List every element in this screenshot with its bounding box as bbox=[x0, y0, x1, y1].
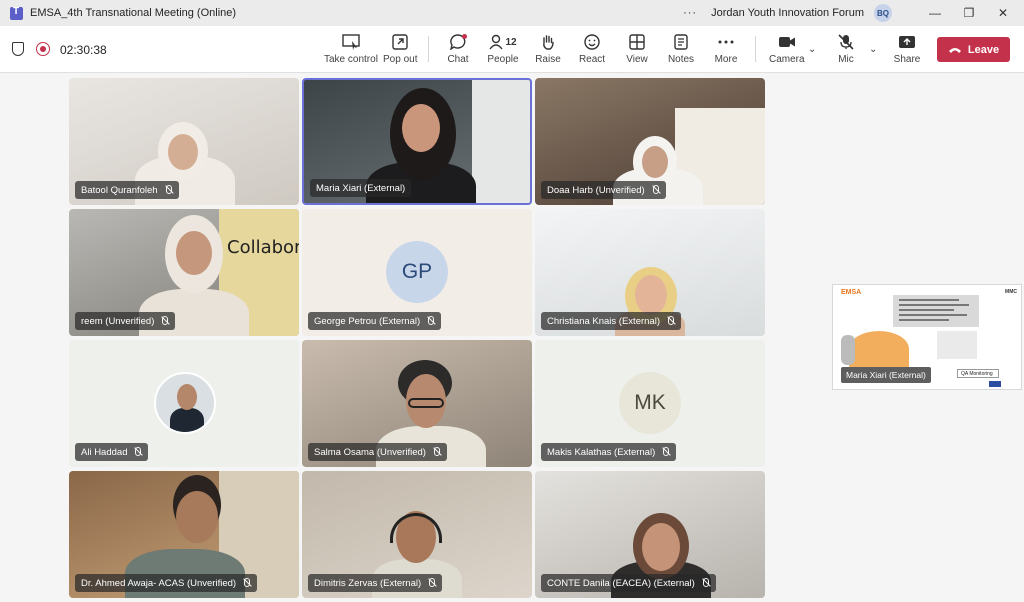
participant-tile[interactable]: Salma Osama (Unverified) bbox=[302, 340, 532, 467]
participant-tile[interactable]: Collabor reem (Unverified) bbox=[69, 209, 299, 336]
recording-icon[interactable] bbox=[36, 42, 50, 56]
window-title: EMSA_4th Transnational Meeting (Online) bbox=[30, 7, 237, 19]
participant-photo-avatar bbox=[154, 372, 216, 434]
mic-muted-icon bbox=[242, 578, 251, 588]
minimize-button[interactable]: — bbox=[918, 6, 952, 20]
participant-name-tag: reem (Unverified) bbox=[75, 312, 176, 330]
participant-tile[interactable]: CONTE Danila (EACEA) (External) bbox=[535, 471, 765, 598]
participant-tile-active-speaker[interactable]: Maria Xiari (External) bbox=[302, 78, 532, 205]
participant-name-tag: Salma Osama (Unverified) bbox=[308, 443, 447, 461]
teams-logo-icon bbox=[10, 6, 23, 20]
more-options-button[interactable]: ··· bbox=[683, 7, 697, 19]
meeting-timer: 02:30:38 bbox=[60, 43, 107, 57]
share-screen-icon bbox=[893, 32, 921, 52]
mic-muted-icon bbox=[160, 316, 169, 326]
unread-indicator bbox=[462, 34, 467, 39]
participant-tile[interactable]: Doaa Harb (Unverified) bbox=[535, 78, 765, 205]
close-button[interactable]: ✕ bbox=[986, 6, 1020, 20]
meeting-toolbar: 02:30:38 Take control Pop out Chat 12 Pe… bbox=[0, 26, 1024, 73]
people-icon: 12 bbox=[486, 32, 520, 52]
pop-out-button[interactable]: Pop out bbox=[383, 32, 417, 65]
react-button[interactable]: React bbox=[578, 32, 606, 65]
mmc-logo: MMC bbox=[1005, 289, 1017, 295]
mic-muted-icon bbox=[164, 185, 173, 195]
participant-name-tag: Dimitris Zervas (External) bbox=[308, 574, 443, 592]
participant-name-tag: Christiana Knais (External) bbox=[541, 312, 681, 330]
mic-muted-icon bbox=[426, 316, 435, 326]
mic-muted-icon bbox=[832, 32, 860, 52]
camera-options-chevron-icon[interactable]: ⌄ bbox=[808, 44, 816, 55]
shared-screen-thumbnail[interactable]: EMSA MMC QA Monitoring Maria Xiari (Exte… bbox=[832, 284, 1022, 390]
participant-tile[interactable]: GP George Petrou (External) bbox=[302, 209, 532, 336]
camera-icon bbox=[773, 32, 801, 52]
participant-name-tag: Makis Kalathas (External) bbox=[541, 443, 677, 461]
notes-icon bbox=[667, 32, 695, 52]
participant-name-tag: CONTE Danila (EACEA) (External) bbox=[541, 574, 716, 592]
qa-monitoring-label: QA Monitoring bbox=[957, 369, 999, 378]
participant-tile[interactable]: Ali Haddad bbox=[69, 340, 299, 467]
avatar-initials: MK bbox=[619, 372, 681, 434]
share-button[interactable]: Share bbox=[893, 32, 921, 65]
take-control-icon bbox=[337, 32, 365, 52]
more-button[interactable]: More bbox=[712, 32, 740, 65]
participant-tile[interactable]: Batool Quranfoleh bbox=[69, 78, 299, 205]
smiley-icon bbox=[578, 32, 606, 52]
mic-muted-icon bbox=[432, 447, 441, 457]
leave-button[interactable]: Leave bbox=[937, 37, 1010, 62]
camera-button[interactable]: Camera bbox=[769, 32, 805, 65]
participant-name-tag: Dr. Ahmed Awaja- ACAS (Unverified) bbox=[75, 574, 258, 592]
emsa-logo: EMSA bbox=[841, 289, 862, 296]
take-control-button[interactable]: Take control bbox=[324, 32, 378, 65]
view-button[interactable]: View bbox=[623, 32, 651, 65]
participant-tile[interactable]: Dimitris Zervas (External) bbox=[302, 471, 532, 598]
participant-name-tag: Maria Xiari (External) bbox=[310, 179, 412, 197]
people-button[interactable]: 12 People bbox=[486, 32, 520, 65]
people-count: 12 bbox=[505, 36, 517, 48]
presenter-name-tag: Maria Xiari (External) bbox=[841, 367, 931, 383]
participant-tile[interactable]: MK Makis Kalathas (External) bbox=[535, 340, 765, 467]
toolbar-divider bbox=[428, 36, 429, 62]
notes-button[interactable]: Notes bbox=[667, 32, 695, 65]
org-name[interactable]: Jordan Youth Innovation Forum bbox=[711, 7, 864, 19]
mic-muted-icon bbox=[666, 316, 675, 326]
participant-tile[interactable]: Christiana Knais (External) bbox=[535, 209, 765, 336]
phone-hangup-icon bbox=[948, 47, 961, 53]
mic-muted-icon bbox=[661, 447, 670, 457]
shield-icon[interactable] bbox=[12, 42, 24, 56]
avatar-initials: GP bbox=[386, 241, 448, 303]
participant-name-tag: Doaa Harb (Unverified) bbox=[541, 181, 666, 199]
pop-out-icon bbox=[386, 32, 414, 52]
mic-muted-icon bbox=[651, 185, 660, 195]
participant-tile[interactable]: Dr. Ahmed Awaja- ACAS (Unverified) bbox=[69, 471, 299, 598]
mic-options-chevron-icon[interactable]: ⌄ bbox=[869, 44, 877, 55]
raise-hand-button[interactable]: Raise bbox=[534, 32, 562, 65]
slide-list-box bbox=[937, 331, 977, 359]
mic-muted-icon bbox=[427, 578, 436, 588]
participant-name-tag: George Petrou (External) bbox=[308, 312, 442, 330]
restore-button[interactable]: ❐ bbox=[952, 6, 986, 20]
mic-muted-icon bbox=[701, 578, 710, 588]
mic-muted-icon bbox=[133, 447, 142, 457]
chat-icon bbox=[444, 32, 472, 52]
grid-view-icon bbox=[623, 32, 651, 52]
user-avatar[interactable]: BQ bbox=[874, 4, 892, 22]
mic-button[interactable]: Mic bbox=[832, 32, 860, 65]
title-bar: EMSA_4th Transnational Meeting (Online) … bbox=[0, 0, 1024, 26]
hand-icon bbox=[534, 32, 562, 52]
toolbar-divider bbox=[755, 36, 756, 62]
ellipsis-icon bbox=[712, 32, 740, 52]
participant-name-tag: Ali Haddad bbox=[75, 443, 149, 461]
chat-button[interactable]: Chat bbox=[444, 32, 472, 65]
participant-name-tag: Batool Quranfoleh bbox=[75, 181, 179, 199]
